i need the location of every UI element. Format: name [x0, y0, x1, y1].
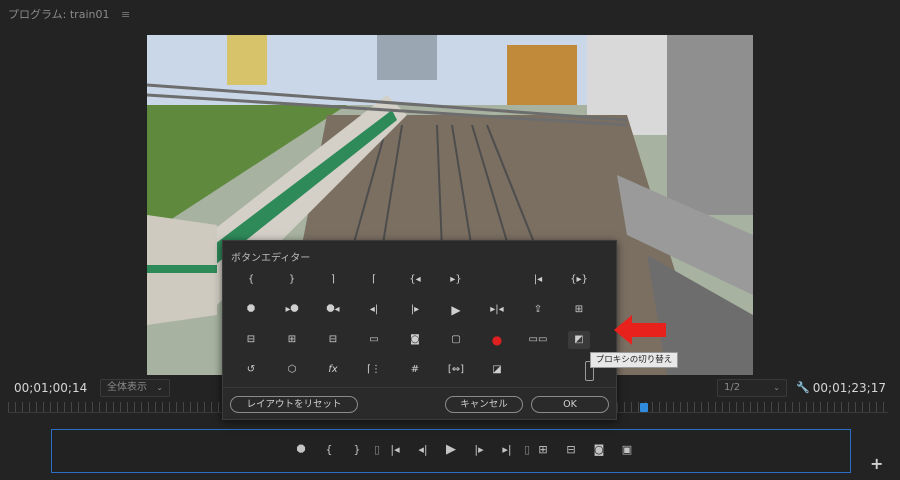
insert-icon[interactable]: ⊞ — [281, 331, 303, 349]
go-to-in-icon[interactable]: ⌈ — [363, 271, 385, 289]
current-timecode[interactable]: 00;01;00;14 — [14, 381, 87, 395]
add-marker-icon[interactable]: ⯃ — [294, 443, 308, 457]
comment-icon[interactable]: ▢ — [445, 331, 467, 349]
ok-button[interactable]: OK — [531, 396, 609, 413]
step-forward-icon[interactable]: |▸ — [404, 301, 426, 319]
go-to-next-marker-icon[interactable]: ▸⯃ — [281, 301, 303, 319]
go-to-in-point-icon[interactable]: {◂ — [404, 271, 426, 289]
loop-icon[interactable]: ↺ — [240, 361, 262, 379]
separator-icon: ▯ — [373, 443, 381, 456]
play-icon[interactable]: ▶ — [445, 301, 467, 319]
fx-icon[interactable]: fx — [322, 361, 344, 379]
go-to-in-icon[interactable]: |◂ — [388, 443, 402, 457]
transport-button-bar: ⯃ { } ▯ |◂ ◂| ▶ |▸ ▸| ▯ ⊞ ⊟ ◙ ▣ — [51, 429, 851, 473]
separator-icon: ▯ — [523, 443, 531, 456]
play-icon[interactable]: ▶ — [444, 443, 458, 457]
chevron-down-icon: ⌄ — [156, 383, 163, 392]
add-marker-icon[interactable]: ⯃ — [240, 301, 262, 319]
step-back-icon[interactable]: ◂| — [363, 301, 385, 319]
camera-icon[interactable]: ◙ — [404, 331, 426, 349]
dialog-divider — [223, 387, 616, 388]
fit-select-value: 全体表示 — [107, 382, 147, 393]
grid-icon[interactable]: # — [404, 361, 426, 379]
wrench-icon[interactable]: 🔧 — [796, 381, 810, 394]
step-forward-icon[interactable]: |▸ — [472, 443, 486, 457]
duration-timecode: 00;01;23;17 — [812, 381, 886, 395]
go-to-next-edit-icon[interactable]: ▸|◂ — [486, 301, 508, 319]
compare-icon[interactable]: ▣ — [620, 443, 634, 457]
toggle-proxies-icon[interactable]: ◩ — [568, 331, 590, 349]
lift-icon[interactable]: ⊞ — [568, 301, 590, 319]
chevron-down-icon: ⌄ — [773, 383, 780, 392]
button-editor-dialog: ボタンエディター { } ⌉ ⌈ {◂ ▸} |◂ {▸} ⯃ ▸⯃ ⯃◂ ◂|… — [222, 240, 617, 420]
go-to-out-point-icon[interactable]: ▸} — [445, 271, 467, 289]
safe-margins-icon[interactable]: ▭ — [363, 331, 385, 349]
play-in-to-out-icon[interactable]: {▸} — [568, 271, 590, 289]
shuttle-icon[interactable]: [⇔] — [445, 361, 467, 379]
panel-title: プログラム: train01 ≡ — [8, 6, 130, 22]
extract-icon[interactable]: ⊟ — [240, 331, 262, 349]
playhead[interactable] — [640, 403, 648, 412]
hamburger-icon[interactable]: ≡ — [121, 8, 130, 21]
red-arrow-icon — [614, 315, 666, 345]
compare-icon[interactable]: ◪ — [486, 361, 508, 379]
overwrite-icon[interactable]: ⊟ — [322, 331, 344, 349]
dialog-title: ボタンエディター — [231, 253, 311, 264]
step-back-icon[interactable]: ◂| — [416, 443, 430, 457]
go-to-prev-edit-icon[interactable]: |◂ — [527, 271, 549, 289]
panel-title-text: プログラム: train01 — [8, 8, 110, 21]
overwrite-icon[interactable]: ⊟ — [564, 443, 578, 457]
multicam-icon[interactable]: ▭▭ — [527, 331, 549, 349]
resolution-select-value: 1/2 — [724, 382, 741, 393]
camera-icon[interactable]: ◙ — [592, 443, 606, 457]
button-editor-plus-icon[interactable]: + — [870, 454, 883, 473]
cancel-button[interactable]: キャンセル — [445, 396, 523, 413]
record-icon[interactable]: ● — [486, 331, 508, 349]
go-to-out-icon[interactable]: ▸| — [500, 443, 514, 457]
vr-icon[interactable]: ⬡ — [281, 361, 303, 379]
go-to-prev-marker-icon[interactable]: ⯃◂ — [322, 301, 344, 319]
fit-select[interactable]: 全体表示 ⌄ — [100, 379, 170, 397]
mark-in-icon[interactable]: { — [240, 271, 262, 289]
export-icon[interactable]: ⇪ — [527, 301, 549, 319]
mark-in-icon[interactable]: { — [322, 443, 336, 457]
mark-clip-icon[interactable]: ⌉ — [322, 271, 344, 289]
tooltip: プロキシの切り替え — [590, 352, 678, 368]
reset-layout-button[interactable]: レイアウトをリセット — [230, 396, 358, 413]
resolution-select[interactable]: 1/2 ⌄ — [717, 379, 787, 397]
mark-out-icon[interactable]: } — [350, 443, 364, 457]
transmit-icon[interactable]: ⌈⋮ — [363, 361, 385, 379]
mark-out-icon[interactable]: } — [281, 271, 303, 289]
insert-icon[interactable]: ⊞ — [536, 443, 550, 457]
